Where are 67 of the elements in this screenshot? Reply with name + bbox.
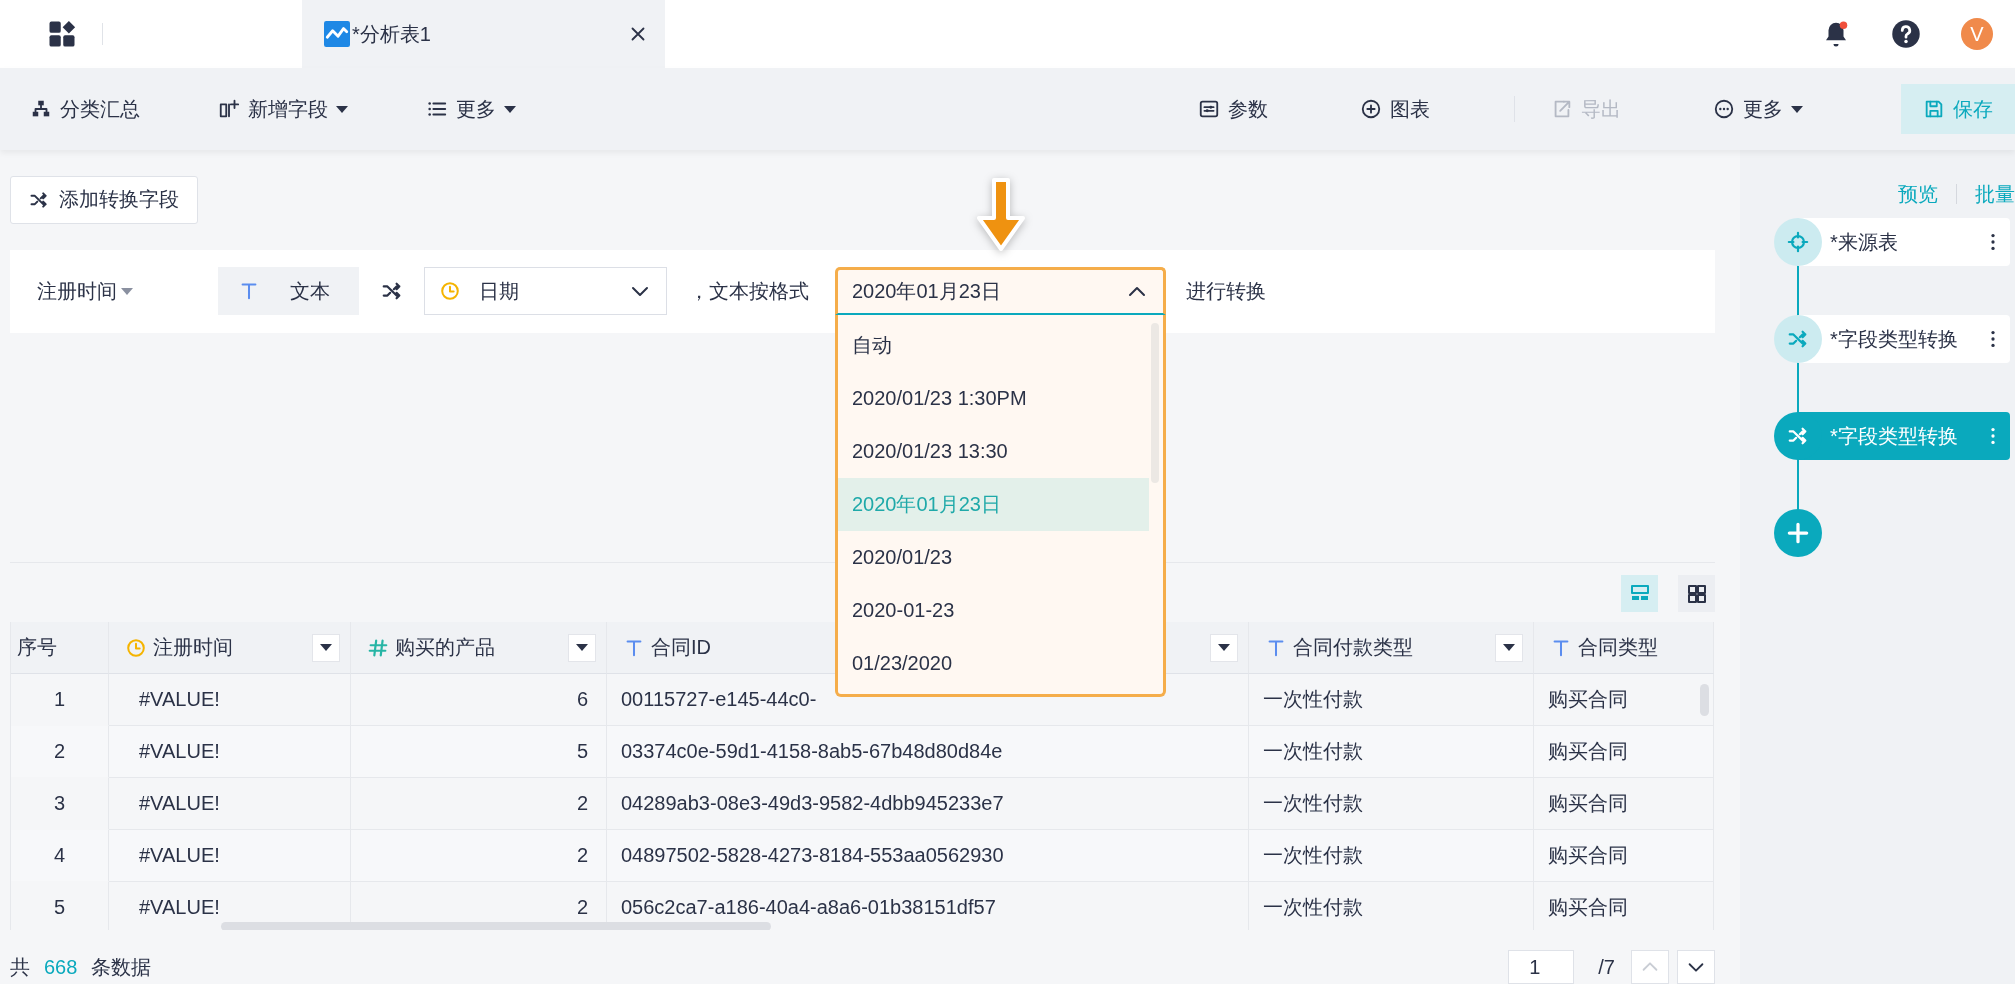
table-cell: #VALUE! [109, 726, 351, 779]
dropdown-option[interactable]: 2020/01/23 13:30 [838, 425, 1149, 479]
more-icon [1713, 98, 1735, 120]
plus-icon [1785, 520, 1811, 546]
column-header: 合同付款类型 [1249, 622, 1534, 675]
filter-button[interactable] [1495, 633, 1523, 662]
page-input[interactable]: 1 [1508, 950, 1575, 984]
target-type-select[interactable]: 日期 [424, 267, 667, 316]
page-total: /7 [1598, 955, 1615, 979]
column-header: 购买的产品 [351, 622, 607, 675]
table-cell: 一次性付款 [1249, 830, 1534, 883]
field-selector[interactable]: 注册时间 [37, 277, 133, 305]
sliders-icon [1198, 98, 1220, 120]
table-cell: 2 [351, 830, 607, 883]
plus-circle-icon [1360, 98, 1382, 120]
format-select[interactable]: 2020年01月23日 [835, 267, 1166, 316]
save-icon [1923, 98, 1945, 120]
table-cell: 04897502-5828-4273-8184-553aa0562930 [607, 830, 1249, 883]
caret-icon [320, 644, 332, 652]
toolbar-button[interactable]: 更多 [418, 84, 524, 134]
filter-button[interactable] [568, 633, 596, 662]
filter-button[interactable] [1210, 633, 1238, 662]
add-step-button[interactable] [1774, 509, 1822, 557]
shuffle-icon [1787, 328, 1809, 350]
next-page-button[interactable] [1677, 950, 1715, 984]
add-column-icon [218, 98, 240, 120]
file-tab[interactable]: *分析表1 [302, 0, 665, 68]
caret-icon [1503, 644, 1515, 652]
view-toggle[interactable] [1621, 575, 1658, 613]
add-conversion-button[interactable]: 添加转换字段 [10, 176, 198, 224]
chart-icon [324, 21, 350, 47]
column-header: 合同类型 [1534, 622, 1714, 675]
clock-icon [439, 280, 461, 303]
table-cell: 03374c0e-59d1-4158-8ab5-67b48d80d84e [607, 726, 1249, 779]
shuffle-icon [29, 189, 49, 210]
source-type-chip: 文本 [218, 267, 359, 316]
toolbar-button[interactable]: 新增字段 [210, 84, 356, 134]
clock-icon [125, 636, 147, 659]
record-count: 共 668 条数据 [10, 954, 152, 980]
toolbar-button[interactable]: 参数 [1190, 84, 1276, 134]
dropdown-option[interactable]: 2020/01/23 [838, 531, 1149, 585]
dropdown-option[interactable]: 2020/01/23 1:30PM [838, 372, 1149, 426]
caret-icon [121, 287, 133, 295]
crosshair-icon [1787, 231, 1809, 253]
toolbar-button[interactable]: 分类汇总 [22, 84, 148, 134]
table-cell: 一次性付款 [1249, 726, 1534, 779]
help-icon[interactable] [1891, 19, 1921, 49]
table-cell: 购买合同 [1534, 830, 1714, 883]
filter-button[interactable] [312, 633, 340, 662]
toolbar-button[interactable]: 更多 [1705, 84, 1811, 134]
table-cell: 购买合同 [1534, 882, 1714, 930]
connector-text: ，文本按格式 [689, 278, 809, 304]
shuffle-icon [1787, 425, 1809, 447]
caret-icon [1218, 644, 1230, 652]
dropdown-option[interactable]: 自动 [838, 319, 1149, 373]
table-cell: 一次性付款 [1249, 882, 1534, 930]
caret-icon [576, 644, 588, 652]
action-text: 进行转换 [1186, 278, 1266, 304]
toolbar-button[interactable]: 图表 [1352, 84, 1438, 134]
table-cell: 5 [351, 726, 607, 779]
table-cell: 购买合同 [1534, 726, 1714, 779]
column-header: 序号 [11, 622, 109, 675]
view-toggle[interactable] [1678, 575, 1715, 613]
column-header: 注册时间 [109, 622, 351, 675]
table-cell: #VALUE! [109, 830, 351, 883]
apps-icon[interactable] [47, 19, 77, 49]
vertical-scrollbar [1700, 684, 1709, 717]
